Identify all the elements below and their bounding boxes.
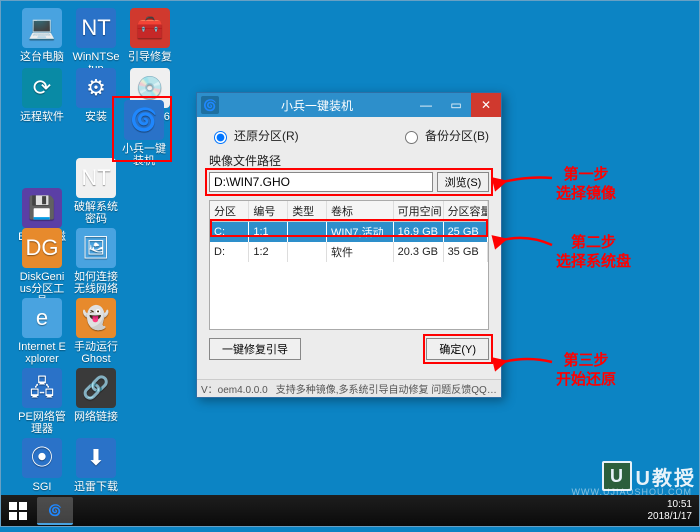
- annotation-arrow: [0, 0, 700, 532]
- start-button[interactable]: [0, 495, 36, 527]
- taskbar[interactable]: 🌀 10:51 2018/1/17: [0, 495, 700, 527]
- taskbar-clock[interactable]: 10:51 2018/1/17: [648, 499, 700, 523]
- windows-icon: [8, 501, 28, 521]
- taskbar-app-xiaobing[interactable]: 🌀: [37, 497, 73, 525]
